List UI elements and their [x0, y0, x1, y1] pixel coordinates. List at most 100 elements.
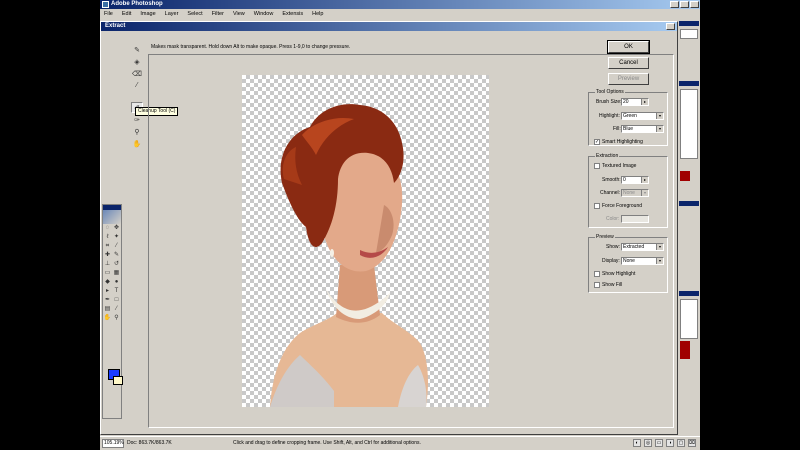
lasso-icon[interactable]: ℓ	[103, 233, 112, 242]
history-brush-icon[interactable]: ↺	[112, 260, 121, 269]
new-set-icon[interactable]: ◐	[633, 439, 641, 447]
edge-highlighter-tool[interactable]: ✎	[131, 44, 143, 55]
navigator-thumb	[680, 29, 698, 39]
adjustment-icon[interactable]: ◑	[666, 439, 674, 447]
type-icon[interactable]: T	[112, 287, 121, 296]
menu-file[interactable]: File	[103, 9, 114, 19]
tool-options-label: Tool Options	[595, 89, 625, 95]
shape-icon[interactable]: □	[112, 296, 121, 305]
menu-view[interactable]: View	[232, 9, 246, 19]
eraser-tool[interactable]: ⌫	[131, 68, 143, 79]
display-label: Display:	[602, 258, 620, 264]
window-controls	[670, 1, 699, 8]
show-label: Show:	[606, 244, 620, 250]
app-title-bar: Adobe Photoshop	[100, 0, 700, 9]
palette-buttons: ◐ ◎ ▭ ◑ ▢ ⌧	[633, 439, 696, 447]
chevron-down-icon: ▾	[656, 258, 663, 264]
menu-extensis[interactable]: Extensis	[281, 9, 304, 19]
fill-select[interactable]: Blue ▾	[621, 125, 664, 133]
crop-icon[interactable]: ⌗	[103, 242, 112, 251]
menu-select[interactable]: Select	[186, 9, 203, 19]
chevron-down-icon: ▾	[656, 244, 663, 250]
eyedropper-icon[interactable]: ⁄	[112, 305, 121, 314]
eraser-icon[interactable]: ▭	[103, 269, 112, 278]
gradient-icon[interactable]: ▦	[112, 269, 121, 278]
show-highlight-checkbox[interactable]	[594, 271, 600, 277]
show-select[interactable]: Extracted ▾	[621, 243, 664, 251]
status-hint: Click and drag to define cropping frame.…	[233, 440, 421, 446]
chevron-down-icon: ▾	[656, 113, 663, 119]
display-select[interactable]: None ▾	[621, 257, 664, 265]
smooth-field[interactable]: 0 ▸	[621, 176, 649, 184]
notes-icon[interactable]: ▤	[103, 305, 112, 314]
dialog-title: Extract	[101, 22, 677, 31]
healing-icon[interactable]: ✚	[103, 251, 112, 260]
maximize-button[interactable]	[680, 1, 689, 8]
brush-size-arrow-icon[interactable]: ▸	[641, 99, 648, 105]
cancel-button[interactable]: Cancel	[608, 57, 649, 69]
trash-icon[interactable]: ⌧	[688, 439, 696, 447]
show-fill-checkbox[interactable]	[594, 282, 600, 288]
eyedropper-tool[interactable]: ⁄	[131, 80, 143, 91]
hand-icon: ✋	[132, 140, 142, 148]
brush-size-field[interactable]: 20 ▸	[621, 98, 649, 106]
path-select-icon[interactable]: ▸	[103, 287, 112, 296]
marquee-icon[interactable]: ◌	[103, 224, 112, 233]
menu-edit[interactable]: Edit	[121, 9, 132, 19]
highlight-select[interactable]: Green ▾	[621, 112, 664, 120]
mask-icon[interactable]: ◎	[644, 439, 652, 447]
zoom-icon[interactable]: ⚲	[112, 314, 121, 323]
tools-palette: ◌ ✥ ℓ ✦ ⌗ ⁄ ✚ ✎ ⊥ ↺ ▭ ▦ ◆ ● ▸ T ✒ □ ▤ ⁄ ✋ ⚲	[102, 204, 123, 419]
menu-image[interactable]: Image	[139, 9, 156, 19]
app-title: Adobe Photoshop	[111, 1, 163, 7]
new-layer-icon[interactable]: ▢	[677, 439, 685, 447]
background-color-swatch[interactable]	[113, 376, 123, 385]
doc-size[interactable]: Doc: 863.7K/863.7K	[127, 437, 172, 450]
smart-highlighting-checkbox[interactable]: ✓	[594, 139, 600, 145]
extract-dialog: Extract ✎ ◈ ⌫ ⁄ ✐ ✑ ⚲ ✋ Cleanup Tool (C)…	[100, 21, 678, 435]
zoom-field[interactable]: 105.19%	[102, 439, 124, 448]
hand-tool[interactable]: ✋	[131, 138, 143, 149]
preview-button[interactable]: Preview	[608, 73, 649, 85]
layer-thumbnail	[680, 341, 690, 359]
show-fill-label: Show Fill	[602, 282, 623, 288]
force-foreground-label: Force Foreground	[602, 203, 643, 209]
minimize-button[interactable]	[670, 1, 679, 8]
magic-wand-icon[interactable]: ✦	[112, 233, 121, 242]
slice-icon[interactable]: ⁄	[112, 242, 121, 251]
stamp-icon[interactable]: ⊥	[103, 260, 112, 269]
menu-layer[interactable]: Layer	[164, 9, 180, 19]
chevron-down-icon: ▾	[656, 126, 663, 132]
fill-tool[interactable]: ◈	[131, 56, 143, 67]
textured-image-checkbox[interactable]	[594, 163, 600, 169]
preview-group: Preview Show: Extracted ▾ Display: None …	[588, 234, 668, 293]
menu-filter[interactable]: Filter	[211, 9, 225, 19]
extract-toolbar: ✎ ◈ ⌫ ⁄ ✐ ✑ ⚲ ✋	[131, 44, 145, 150]
pen-icon[interactable]: ✒	[103, 296, 112, 305]
menu-help[interactable]: Help	[311, 9, 324, 19]
menu-window[interactable]: Window	[253, 9, 275, 19]
smooth-value: 0	[623, 177, 626, 183]
channel-select[interactable]: None ▾	[621, 189, 649, 197]
color-palette	[680, 89, 698, 159]
zoom-tool[interactable]: ⚲	[131, 126, 143, 137]
force-foreground-checkbox[interactable]	[594, 203, 600, 209]
close-button[interactable]	[690, 1, 699, 8]
hand-icon[interactable]: ✋	[103, 314, 112, 323]
blur-icon[interactable]: ◆	[103, 278, 112, 287]
color-swatch[interactable]	[621, 215, 649, 223]
textured-image-label: Textured Image	[602, 163, 637, 169]
edge-touchup-icon: ✑	[134, 116, 140, 124]
palette-header	[679, 201, 699, 206]
display-value: None	[623, 258, 635, 264]
dialog-close-button[interactable]	[666, 23, 675, 30]
menu-bar: File Edit Image Layer Select Filter View…	[100, 9, 700, 19]
brush-icon[interactable]: ✎	[112, 251, 121, 260]
move-icon[interactable]: ✥	[112, 224, 121, 233]
preview-canvas[interactable]	[242, 75, 489, 407]
folder-icon[interactable]: ▭	[655, 439, 663, 447]
ok-button[interactable]: OK	[607, 40, 650, 54]
dodge-icon[interactable]: ●	[112, 278, 121, 287]
preview-label: Preview	[595, 234, 615, 240]
smooth-arrow-icon[interactable]: ▸	[641, 177, 648, 183]
